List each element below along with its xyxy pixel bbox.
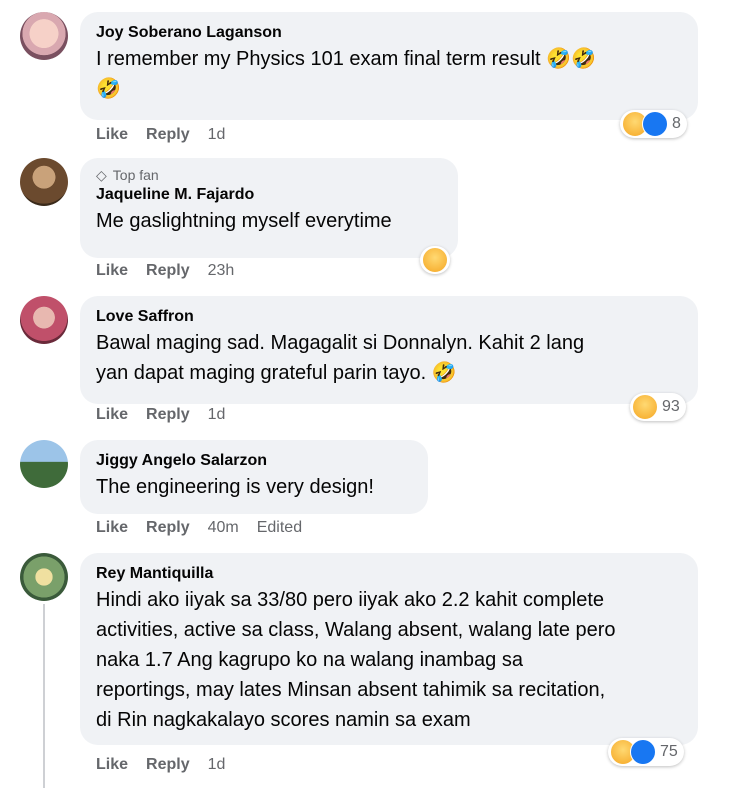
comment-timestamp[interactable]: 23h	[208, 262, 235, 280]
avatar[interactable]	[20, 158, 68, 206]
comment-bubble: Love Saffron Bawal maging sad. Magagalit…	[80, 296, 698, 404]
comment-bubble: Rey Mantiquilla Hindi ako iiyak sa 33/80…	[80, 553, 698, 745]
reactions-summary[interactable]: 8	[620, 110, 687, 138]
comment-bubble: Jiggy Angelo Salarzon The engineering is…	[80, 440, 428, 514]
comment-text: Me gaslightning myself everytime	[96, 210, 392, 232]
reply-button[interactable]: Reply	[146, 756, 190, 774]
reactions-summary[interactable]: 93	[630, 393, 686, 421]
reaction-count: 8	[672, 115, 681, 132]
avatar[interactable]	[20, 296, 68, 344]
reaction-count: 93	[662, 398, 680, 415]
comment-text: I remember my Physics 101 exam final ter…	[96, 48, 596, 100]
comment-author[interactable]: Rey Mantiquilla	[96, 563, 682, 585]
comment-actions: Like Reply 1d	[96, 756, 225, 774]
avatar[interactable]	[20, 12, 68, 60]
comment-timestamp[interactable]: 40m	[208, 519, 239, 537]
haha-reaction-icon	[422, 247, 448, 273]
comment-author[interactable]: Jaqueline M. Fajardo	[96, 184, 442, 206]
diamond-icon: ◇	[96, 167, 107, 183]
comment-timestamp[interactable]: 1d	[208, 756, 226, 774]
comment-timestamp[interactable]: 1d	[208, 406, 226, 424]
comment-actions: Like Reply 1d	[96, 406, 225, 424]
comment-author[interactable]: Joy Soberano Laganson	[96, 22, 682, 44]
comment-timestamp[interactable]: 1d	[208, 126, 226, 144]
avatar[interactable]	[20, 440, 68, 488]
reply-button[interactable]: Reply	[146, 406, 190, 424]
like-button[interactable]: Like	[96, 756, 128, 774]
comment-actions: Like Reply 40m Edited	[96, 519, 302, 537]
comment-actions: Like Reply 23h	[96, 262, 234, 280]
reaction-count: 75	[660, 743, 678, 760]
reply-button[interactable]: Reply	[146, 262, 190, 280]
like-button[interactable]: Like	[96, 519, 128, 537]
like-button[interactable]: Like	[96, 406, 128, 424]
comment-bubble: Joy Soberano Laganson I remember my Phys…	[80, 12, 698, 120]
reply-button[interactable]: Reply	[146, 126, 190, 144]
reactions-summary[interactable]: 75	[608, 738, 684, 766]
top-fan-badge: ◇ Top fan	[96, 167, 159, 183]
like-button[interactable]: Like	[96, 126, 128, 144]
comment-text: Hindi ako iiyak sa 33/80 pero iiyak ako …	[96, 589, 616, 731]
like-button[interactable]: Like	[96, 262, 128, 280]
haha-reaction-icon	[632, 394, 658, 420]
reply-thread-line	[43, 604, 45, 788]
comment-actions: Like Reply 1d	[96, 126, 225, 144]
comment-text: Bawal maging sad. Magagalit si Donnalyn.…	[96, 332, 585, 384]
reactions-summary[interactable]	[420, 246, 450, 274]
comment-text: The engineering is very design!	[96, 476, 374, 498]
edited-label: Edited	[256, 519, 303, 536]
like-reaction-icon	[630, 739, 656, 765]
comment-bubble: ◇ Top fan Jaqueline M. Fajardo Me gaslig…	[80, 158, 458, 258]
comment-author[interactable]: Jiggy Angelo Salarzon	[96, 450, 412, 472]
like-reaction-icon	[642, 111, 668, 137]
avatar[interactable]	[20, 553, 68, 601]
comment-author[interactable]: Love Saffron	[96, 306, 682, 328]
reply-button[interactable]: Reply	[146, 519, 190, 537]
